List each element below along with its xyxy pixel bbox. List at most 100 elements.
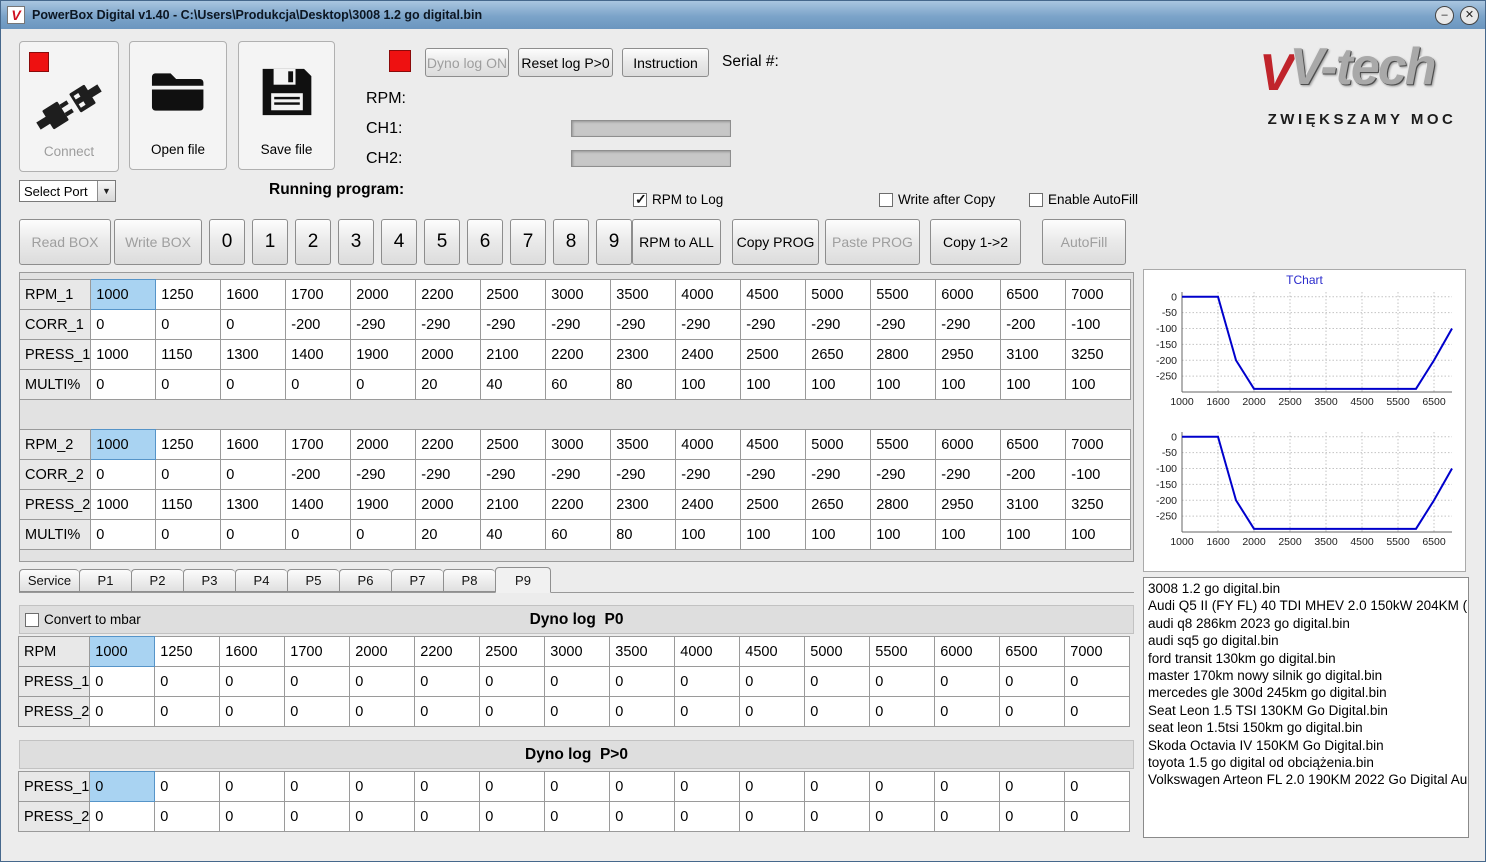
table-cell[interactable]: 0 [999,771,1066,802]
table-cell[interactable]: 2400 [675,339,742,370]
table-cell[interactable]: 4500 [740,429,807,460]
table-cell[interactable]: 1000 [90,279,157,310]
file-list-item[interactable]: Skoda Octavia IV 150KM Go Digital.bin [1144,737,1468,754]
file-list-item[interactable]: toyota 1.5 go digital od obciążenia.bin [1144,754,1468,771]
tab-p6[interactable]: P6 [339,569,391,592]
table-cell[interactable]: -290 [545,459,612,490]
file-list-item[interactable]: audi sq5 go digital.bin [1144,632,1468,649]
open-file-button[interactable]: Open file [129,41,227,170]
table-cell[interactable]: 1150 [155,489,222,520]
table-cell[interactable]: 0 [674,801,741,832]
table-cell[interactable]: 0 [999,801,1066,832]
program-6-button[interactable]: 6 [467,219,503,265]
table-cell[interactable]: 3250 [1065,489,1132,520]
table-cell[interactable]: 0 [285,369,352,400]
table-cell[interactable]: 100 [1000,369,1067,400]
table-cell[interactable]: 0 [869,801,936,832]
table-cell[interactable]: 0 [609,696,676,727]
file-list-item[interactable]: seat leon 1.5tsi 150km go digital.bin [1144,719,1468,736]
table-cell[interactable]: 0 [804,801,871,832]
table-cell[interactable]: 5000 [805,429,872,460]
table-cell[interactable]: -290 [805,459,872,490]
table-cell[interactable]: 80 [610,369,677,400]
table-cell[interactable]: -290 [610,309,677,340]
table-cell[interactable]: 60 [545,519,612,550]
table-cell[interactable]: 1250 [155,279,222,310]
table-cell[interactable]: 0 [1064,666,1131,697]
program-2-button[interactable]: 2 [295,219,331,265]
table-cell[interactable]: 0 [89,696,156,727]
table-cell[interactable]: 0 [154,666,221,697]
table-cell[interactable]: 3000 [544,636,611,667]
table-cell[interactable]: 2500 [740,489,807,520]
dropdown-arrow-icon[interactable]: ▼ [97,181,115,201]
tab-p8[interactable]: P8 [443,569,495,592]
table-cell[interactable]: 6500 [1000,429,1067,460]
table-cell[interactable]: 6500 [1000,279,1067,310]
table-cell[interactable]: -290 [935,459,1002,490]
file-list-item[interactable]: 3008 1.2 go digital.bin [1144,580,1468,597]
table-cell[interactable]: 0 [219,666,286,697]
table-cell[interactable]: 3500 [609,636,676,667]
table-cell[interactable]: 2800 [870,489,937,520]
table-cell[interactable]: 0 [674,771,741,802]
table-cell[interactable]: 0 [1064,801,1131,832]
table-cell[interactable]: 2800 [870,339,937,370]
table-cell[interactable]: -200 [1000,459,1067,490]
table-cell[interactable]: 6500 [999,636,1066,667]
table-cell[interactable]: 0 [804,666,871,697]
table-cell[interactable]: 0 [90,369,157,400]
table-cell[interactable]: -290 [870,459,937,490]
file-list-item[interactable]: Seat Leon 1.5 TSI 130KM Go Digital.bin [1144,702,1468,719]
table-cell[interactable]: 5000 [804,636,871,667]
table-cell[interactable]: 2400 [675,489,742,520]
table-cell[interactable]: 2300 [610,489,677,520]
table-cell[interactable]: -290 [545,309,612,340]
table-cell[interactable]: 0 [414,696,481,727]
table-cell[interactable]: 0 [220,519,287,550]
table-cell[interactable]: 1300 [220,489,287,520]
table-cell[interactable]: 2200 [545,489,612,520]
table-cell[interactable]: 0 [544,666,611,697]
table-cell[interactable]: 1600 [219,636,286,667]
table-cell[interactable]: 100 [1000,519,1067,550]
table-cell[interactable]: 4000 [674,636,741,667]
program-5-button[interactable]: 5 [424,219,460,265]
table-cell[interactable]: 100 [870,519,937,550]
table-cell[interactable]: 0 [350,519,417,550]
table-cell[interactable]: -200 [1000,309,1067,340]
table-cell[interactable]: 0 [90,459,157,490]
table-cell[interactable]: 2500 [479,636,546,667]
table-cell[interactable]: 100 [675,369,742,400]
table-cell[interactable]: 2000 [349,636,416,667]
program-3-button[interactable]: 3 [338,219,374,265]
convert-to-mbar-checkbox[interactable]: Convert to mbar [25,612,141,627]
table-cell[interactable]: 0 [349,666,416,697]
table-cell[interactable]: 1250 [155,429,222,460]
table-cell[interactable]: 0 [804,771,871,802]
table-cell[interactable]: 100 [740,519,807,550]
table-cell[interactable]: 6000 [934,636,1001,667]
table-cell[interactable]: 1600 [220,279,287,310]
table-cell[interactable]: 100 [805,519,872,550]
table-cell[interactable]: 4000 [675,279,742,310]
table-cell[interactable]: 4500 [739,636,806,667]
table-cell[interactable]: 40 [480,519,547,550]
reset-log-button[interactable]: Reset log P>0 [518,48,613,77]
table-cell[interactable]: 1900 [350,339,417,370]
table-cell[interactable]: 0 [284,801,351,832]
tab-p4[interactable]: P4 [235,569,287,592]
tab-p3[interactable]: P3 [183,569,235,592]
table-cell[interactable]: 2200 [415,429,482,460]
table-cell[interactable]: 2650 [805,339,872,370]
table-cell[interactable]: 7000 [1064,636,1131,667]
table-cell[interactable]: 0 [155,519,222,550]
table-cell[interactable]: -100 [1065,459,1132,490]
table-cell[interactable]: 1250 [154,636,221,667]
table-cell[interactable]: 100 [1065,369,1132,400]
table-cell[interactable]: 0 [934,666,1001,697]
program-0-button[interactable]: 0 [209,219,245,265]
table-cell[interactable]: 1700 [285,429,352,460]
save-file-button[interactable]: Save file [238,41,335,170]
table-cell[interactable]: -290 [350,309,417,340]
